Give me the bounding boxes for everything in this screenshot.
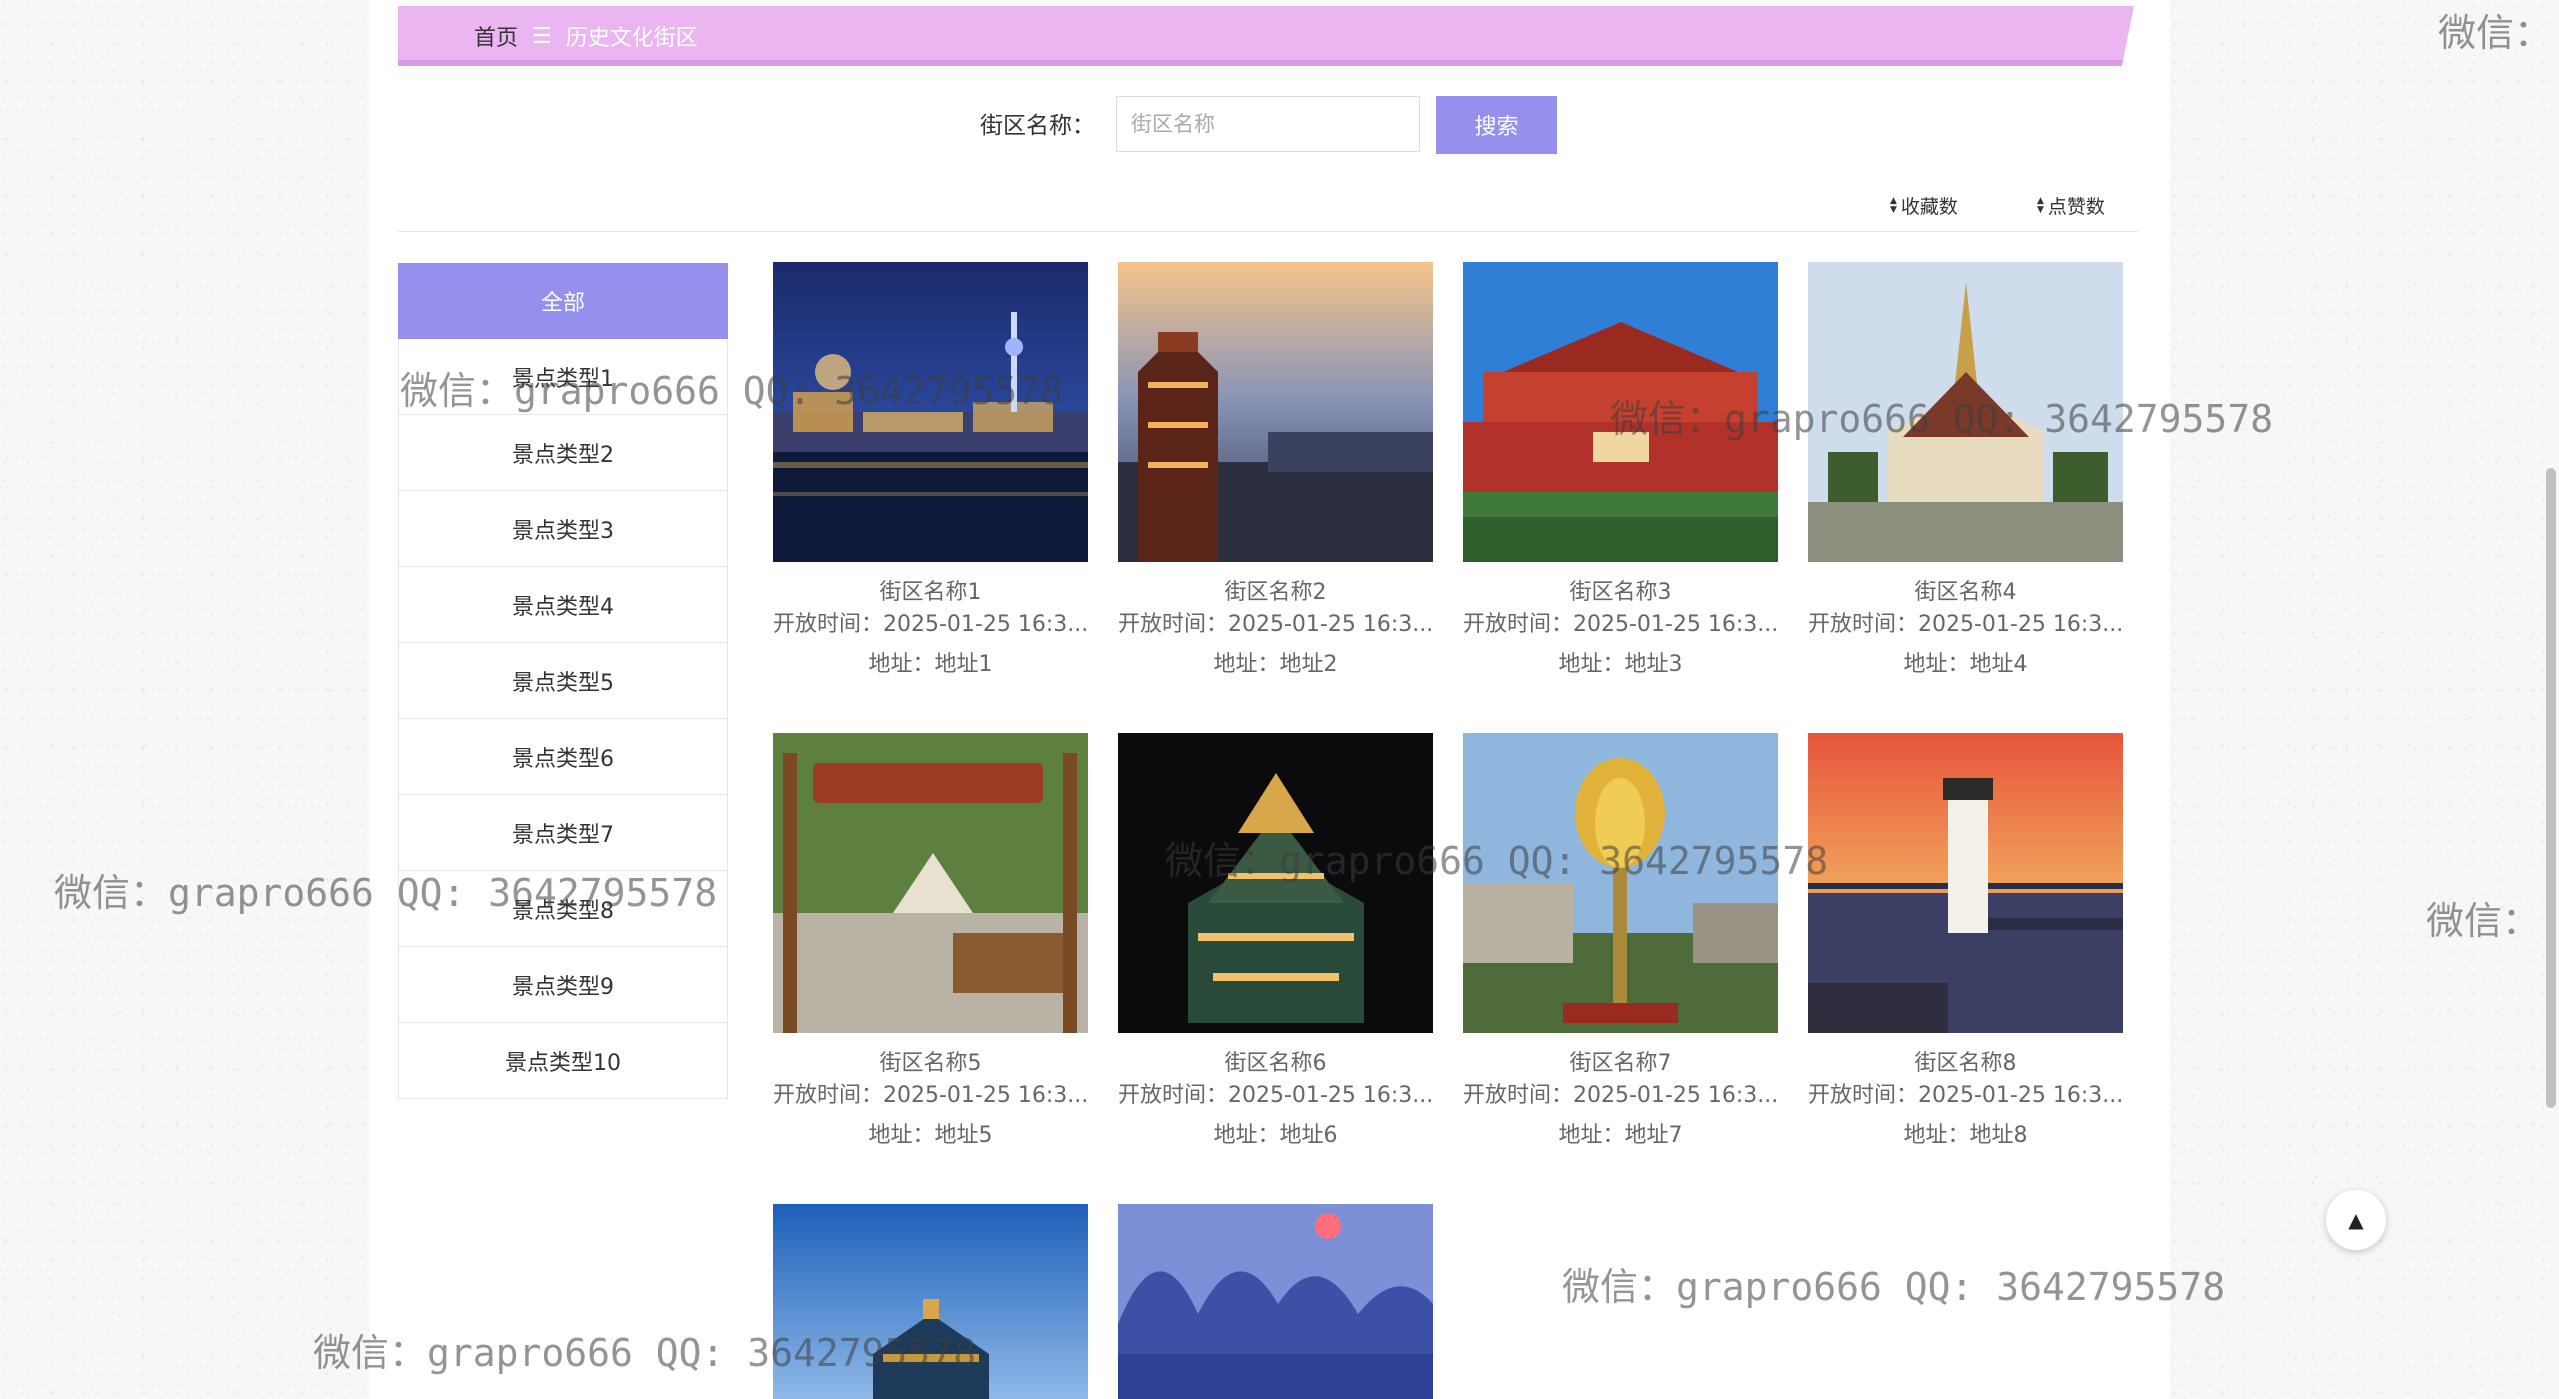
category-type-5[interactable]: 景点类型5 [398,643,728,719]
category-type-3[interactable]: 景点类型3 [398,491,728,567]
search-button[interactable]: 搜索 [1436,96,1557,154]
category-type-8[interactable]: 景点类型8 [398,871,728,947]
district-address: 地址：地址5 [868,1123,993,1148]
district-open-time: 开放时间：2025-01-25 16:3... [773,612,1088,637]
district-name: 街区名称3 [1569,580,1672,605]
district-open-time: 开放时间：2025-01-25 16:3... [1463,612,1778,637]
category-all[interactable]: 全部 [398,263,728,339]
district-card[interactable]: 街区名称4 开放时间：2025-01-25 16:3... 地址：地址4 [1808,262,2123,677]
district-address: 地址：地址8 [1903,1123,2028,1148]
district-address: 地址：地址4 [1903,652,2028,677]
breadcrumb-home-link[interactable]: 首页 [474,20,518,52]
sort-arrows-icon: ▲ ▼ [2037,195,2044,215]
district-image[interactable] [773,733,1088,1033]
district-card[interactable]: 街区名称7 开放时间：2025-01-25 16:3... 地址：地址7 [1463,733,1778,1148]
district-image[interactable] [1118,1204,1433,1399]
district-address: 地址：地址1 [868,652,993,677]
district-name: 街区名称1 [879,580,982,605]
breadcrumb-separator-icon: ☰ [532,23,552,49]
category-type-1[interactable]: 景点类型1 [398,339,728,415]
background-left [0,0,370,1399]
sort-likes-label: 点赞数 [2047,196,2105,218]
district-open-time: 开放时间：2025-01-25 16:3... [1463,1083,1778,1108]
district-name: 街区名称6 [1224,1051,1327,1076]
district-image[interactable] [773,1204,1088,1399]
category-type-10[interactable]: 景点类型10 [398,1023,728,1099]
district-image[interactable] [1808,733,2123,1033]
breadcrumb: 首页 ☰ 历史文化街区 [398,6,2134,66]
sort-arrows-icon: ▲ ▼ [1890,195,1897,215]
district-image[interactable] [773,262,1088,562]
district-address: 地址：地址6 [1213,1123,1338,1148]
page-scrollbar[interactable] [2546,468,2556,1108]
sort-favorites-label: 收藏数 [1900,196,1958,218]
district-card[interactable]: 街区名称3 开放时间：2025-01-25 16:3... 地址：地址3 [1463,262,1778,677]
district-name: 街区名称2 [1224,580,1327,605]
district-name: 街区名称4 [1914,580,2017,605]
category-type-7[interactable]: 景点类型7 [398,795,728,871]
back-to-top-button[interactable]: ▲ [2326,1190,2386,1250]
district-image[interactable] [1118,733,1433,1033]
category-type-6[interactable]: 景点类型6 [398,719,728,795]
district-card[interactable] [1118,1204,1433,1399]
district-image[interactable] [1118,262,1433,562]
category-type-4[interactable]: 景点类型4 [398,567,728,643]
district-name: 街区名称5 [879,1051,982,1076]
background-right [2170,0,2559,1399]
district-address: 地址：地址7 [1558,1123,1683,1148]
district-address: 地址：地址3 [1558,652,1683,677]
category-type-9[interactable]: 景点类型9 [398,947,728,1023]
district-open-time: 开放时间：2025-01-25 16:3... [1808,1083,2123,1108]
sort-favorites-button[interactable]: ▲ ▼ 收藏数 [1890,192,1958,219]
district-open-time: 开放时间：2025-01-25 16:3... [1118,612,1433,637]
district-name: 街区名称8 [1914,1051,2017,1076]
district-card[interactable]: 街区名称5 开放时间：2025-01-25 16:3... 地址：地址5 [773,733,1088,1148]
category-type-2[interactable]: 景点类型2 [398,415,728,491]
district-open-time: 开放时间：2025-01-25 16:3... [1118,1083,1433,1108]
district-open-time: 开放时间：2025-01-25 16:3... [1808,612,2123,637]
district-image[interactable] [1808,262,2123,562]
district-card[interactable]: 街区名称2 开放时间：2025-01-25 16:3... 地址：地址2 [1118,262,1433,677]
district-image[interactable] [1463,262,1778,562]
category-sidebar: 全部 景点类型1 景点类型2 景点类型3 景点类型4 景点类型5 景点类型6 景… [398,263,728,1099]
district-open-time: 开放时间：2025-01-25 16:3... [773,1083,1088,1108]
district-card[interactable]: 街区名称8 开放时间：2025-01-25 16:3... 地址：地址8 [1808,733,2123,1148]
search-input[interactable] [1116,96,1420,152]
district-name: 街区名称7 [1569,1051,1672,1076]
district-card[interactable] [773,1204,1088,1399]
breadcrumb-current: 历史文化街区 [565,26,698,51]
district-address: 地址：地址2 [1213,652,1338,677]
district-image[interactable] [1463,733,1778,1033]
sort-likes-button[interactable]: ▲ ▼ 点赞数 [2037,192,2105,219]
arrow-up-icon: ▲ [2348,1208,2364,1232]
divider [398,231,2138,232]
district-card[interactable]: 街区名称6 开放时间：2025-01-25 16:3... 地址：地址6 [1118,733,1433,1148]
search-label: 街区名称： [980,113,1095,139]
district-card[interactable]: 街区名称1 开放时间：2025-01-25 16:3... 地址：地址1 [773,262,1088,677]
